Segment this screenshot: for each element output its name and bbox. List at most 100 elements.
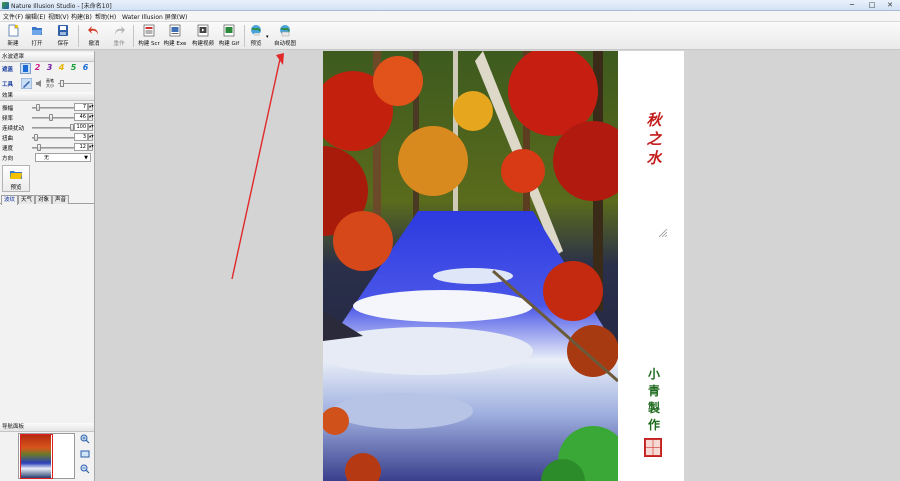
canvas-area[interactable]: 秋 之 水 小 青 製 作 xyxy=(96,51,900,481)
save-button[interactable]: 保存 xyxy=(54,24,72,49)
zoom-in-icon[interactable] xyxy=(80,434,90,444)
water-mask-header: 水波遮罩 xyxy=(0,53,94,62)
amplitude-spin-arrows[interactable]: ▲▼ xyxy=(88,103,94,111)
navigator-view-frame[interactable] xyxy=(20,434,53,479)
turbulence-slider-track[interactable] xyxy=(32,127,74,129)
frequency-spin-arrows[interactable]: ▲▼ xyxy=(88,113,94,121)
frequency-slider-row: 频率 46 ▲▼ xyxy=(2,113,94,122)
brush-5-button[interactable]: 5 xyxy=(69,63,78,73)
autumn-river-photo[interactable] xyxy=(323,51,618,481)
annotation-arrow-icon xyxy=(231,53,284,280)
preview-panel-button[interactable]: 预览 xyxy=(2,165,30,192)
speed-slider-thumb[interactable] xyxy=(36,144,41,151)
auto-view-icon xyxy=(280,25,290,37)
speed-value[interactable]: 12 xyxy=(74,143,88,151)
main-toolbar: 新建 打开 保存 撤消 重作 构建 Scr 构建 Exe 构建视频 构建 Gif… xyxy=(0,22,900,50)
new-file-icon xyxy=(8,24,19,37)
distortion-label: 扭曲 xyxy=(2,136,14,142)
tab-ripple[interactable]: 波纹 xyxy=(1,195,19,205)
menu-help[interactable]: 帮助(H) xyxy=(95,12,116,21)
chevron-down-icon: ▼ xyxy=(84,155,88,161)
menu-build[interactable]: 构建(B) xyxy=(71,12,92,21)
frequency-label: 频率 xyxy=(2,116,14,122)
build-screensaver-icon xyxy=(143,24,155,37)
build-gif-button[interactable]: 构建 Gif xyxy=(218,24,240,49)
distortion-value[interactable]: 3 xyxy=(74,133,88,141)
red-seal-stamp xyxy=(644,438,662,457)
preview-folder-icon xyxy=(10,171,22,179)
poem-title-text: 秋 之 水 xyxy=(645,111,663,168)
toolbar-separator xyxy=(78,25,79,47)
close-button[interactable]: ✕ xyxy=(880,0,900,10)
title-bar: Nature Illusion Studio - [未命名10] ─ □ ✕ xyxy=(0,0,900,11)
preview-dropdown-icon[interactable]: ▾ xyxy=(266,34,269,40)
menu-file[interactable]: 文件(F) xyxy=(3,12,23,21)
folder-open-icon xyxy=(32,27,42,35)
left-panel: 水波遮罩 遮盖 2 3 4 5 6 工具 画笔 大小 效果 振幅 7 ▲▼ 频率… xyxy=(0,51,95,481)
frequency-slider-thumb[interactable] xyxy=(49,114,54,121)
fit-window-icon[interactable] xyxy=(80,449,90,459)
toolbar-separator xyxy=(244,25,245,47)
brush-1-button[interactable] xyxy=(20,63,31,74)
brush-1-icon xyxy=(23,65,28,72)
brush-size-thumb[interactable] xyxy=(60,80,64,87)
tab-weather[interactable]: 天气 xyxy=(18,195,36,204)
direction-value: 无 xyxy=(44,155,50,161)
speaker-icon[interactable] xyxy=(34,78,45,89)
author-char: 小 xyxy=(647,367,660,381)
turbulence-spin-arrows[interactable]: ▲▼ xyxy=(88,123,94,131)
build-scr-button[interactable]: 构建 Scr xyxy=(137,24,161,49)
menu-view[interactable]: 视图(V) xyxy=(48,12,69,21)
build-video-button[interactable]: 构建视频 xyxy=(190,24,216,49)
speed-spin-arrows[interactable]: ▲▼ xyxy=(88,143,94,151)
brush-tool-icon[interactable] xyxy=(21,78,32,89)
tab-sound[interactable]: 声音 xyxy=(52,195,70,204)
turbulence-label: 连续扰动 xyxy=(2,126,25,132)
window-title: Nature Illusion Studio - [未命名10] xyxy=(11,3,112,10)
build-exe-button[interactable]: 构建 Exe xyxy=(163,24,187,49)
build-video-icon xyxy=(197,24,209,37)
speed-label: 速度 xyxy=(2,146,14,152)
brush-2-button[interactable]: 2 xyxy=(33,63,42,73)
preview-globe-icon xyxy=(251,25,261,36)
amplitude-slider-row: 振幅 7 ▲▼ xyxy=(2,103,94,112)
app-logo-icon xyxy=(2,2,9,9)
artwork-page: 秋 之 水 小 青 製 作 xyxy=(323,51,684,481)
amplitude-label: 振幅 xyxy=(2,106,14,112)
preview-toolbar-button[interactable]: 预览 xyxy=(247,24,265,49)
resize-grip-icon[interactable] xyxy=(659,229,667,237)
author-char: 作 xyxy=(647,418,660,432)
amplitude-slider-thumb[interactable] xyxy=(35,104,40,111)
new-button[interactable]: 新建 xyxy=(4,24,22,49)
frequency-value[interactable]: 46 xyxy=(74,113,88,121)
minimize-button[interactable]: ─ xyxy=(842,0,862,10)
author-char: 青 xyxy=(647,384,660,398)
build-exe-icon xyxy=(169,24,181,37)
distortion-slider-track[interactable] xyxy=(32,137,74,139)
amplitude-value[interactable]: 7 xyxy=(74,103,88,111)
brush-3-button[interactable]: 3 xyxy=(45,63,54,73)
open-button[interactable]: 打开 xyxy=(28,24,46,49)
menu-edit[interactable]: 编辑(E) xyxy=(25,12,45,21)
brush-4-button[interactable]: 4 xyxy=(57,63,66,73)
redo-button[interactable]: 重作 xyxy=(110,24,128,49)
direction-select[interactable]: 无 ▼ xyxy=(35,153,91,162)
navigator-header: 导航面板 xyxy=(0,423,94,432)
turbulence-value[interactable]: 100 xyxy=(74,123,88,131)
distortion-slider-row: 扭曲 3 ▲▼ xyxy=(2,133,94,142)
author-signature-text: 小 青 製 作 xyxy=(645,366,663,434)
maximize-button[interactable]: □ xyxy=(862,0,882,10)
distortion-slider-thumb[interactable] xyxy=(33,134,38,141)
poem-char: 之 xyxy=(646,130,662,148)
zoom-out-icon[interactable] xyxy=(80,464,90,474)
distortion-spin-arrows[interactable]: ▲▼ xyxy=(88,133,94,141)
redo-arrow-icon xyxy=(115,26,125,35)
undo-button[interactable]: 撤消 xyxy=(85,24,103,49)
tool-row-label: 工具 xyxy=(2,82,14,88)
menu-water-illusion[interactable]: Water Illusion 屏保(W) xyxy=(122,12,187,21)
navigator-thumbnail[interactable] xyxy=(18,433,75,479)
auto-view-button[interactable]: 自动视图 xyxy=(272,24,298,49)
brush-6-button[interactable]: 6 xyxy=(81,63,90,73)
tab-objects[interactable]: 对象 xyxy=(35,195,53,204)
floppy-disk-icon xyxy=(58,25,68,36)
